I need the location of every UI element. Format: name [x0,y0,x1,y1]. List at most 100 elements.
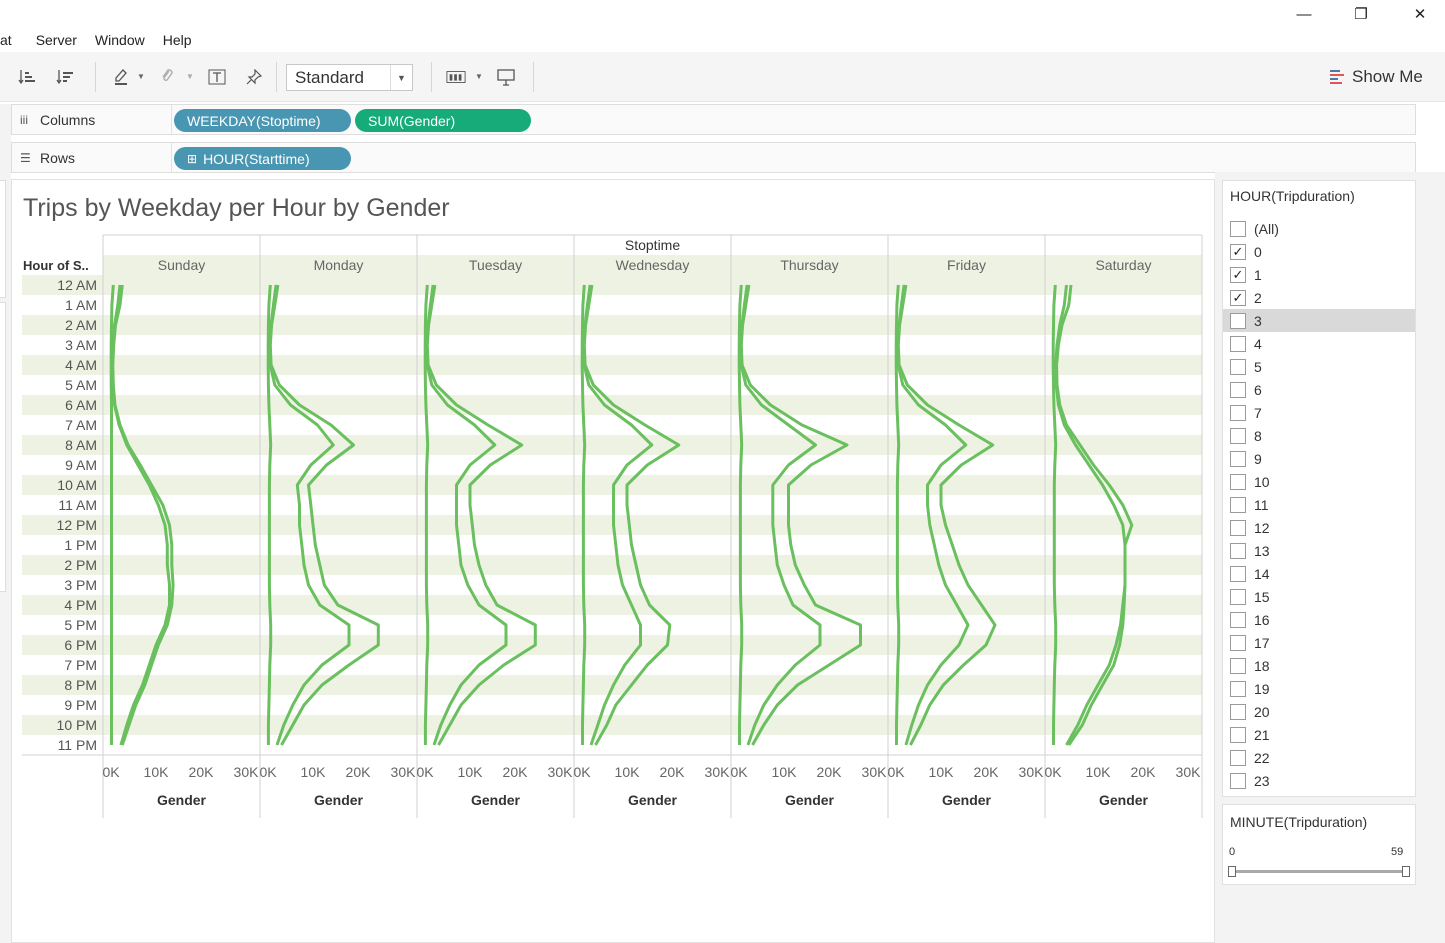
restore-icon[interactable]: ❐ [1338,0,1384,28]
show-me-label: Show Me [1352,67,1423,86]
filter-item-label: 13 [1254,542,1270,559]
checkbox-icon[interactable] [1230,772,1246,789]
checkbox-icon[interactable] [1230,358,1246,375]
x-tick-label: 30K [862,764,888,780]
filter-item-9[interactable]: 9 [1223,447,1415,470]
filter-item-label: 11 [1254,496,1269,513]
hour-label: 2 AM [65,317,97,333]
x-axis-label: Gender [314,792,364,808]
checkbox-icon[interactable] [1230,703,1246,720]
filter-item-10[interactable]: 10 [1223,470,1415,493]
filter-item-label: 3 [1254,312,1262,329]
hour-label: 5 PM [64,617,97,633]
filter-item-1[interactable]: ✓ 1 [1223,263,1415,286]
x-tick-label: 0K [1044,764,1062,780]
show-me-icon [1330,70,1344,84]
filter-item-5[interactable]: 5 [1223,355,1415,378]
checkbox-icon[interactable] [1230,657,1246,674]
close-icon[interactable]: ✕ [1397,0,1443,28]
panel-label: Tuesday [469,257,522,273]
filter-item-17[interactable]: 17 [1223,631,1415,654]
x-tick-label: 30K [705,764,731,780]
hour-label: 12 PM [57,517,97,533]
x-axis-label: Gender [628,792,678,808]
hour-filter-title: HOUR(Tripduration) [1230,188,1355,204]
x-tick-label: 10K [772,764,798,780]
minute-slider-min-handle[interactable] [1228,866,1236,877]
filter-item-label: 21 [1254,726,1270,743]
filter-item-7[interactable]: 7 [1223,401,1415,424]
row-band [22,275,1202,295]
checkbox-icon[interactable] [1230,749,1246,766]
row-band [22,635,1202,655]
hour-label: 11 AM [58,497,97,513]
minimize-icon[interactable]: — [1281,0,1327,28]
filter-item-12[interactable]: 12 [1223,516,1415,539]
checkbox-icon[interactable] [1230,312,1246,329]
checkbox-checked-icon[interactable]: ✓ [1230,243,1246,260]
checkbox-icon[interactable] [1230,450,1246,467]
filter-item-23[interactable]: 23 [1223,769,1415,792]
minute-filter-title: MINUTE(Tripduration) [1230,814,1368,830]
checkbox-icon[interactable] [1230,588,1246,605]
x-tick-label: 30K [1019,764,1045,780]
row-band [22,595,1202,615]
panel-label: Friday [947,257,986,273]
filter-item-label: 7 [1254,404,1262,421]
panel-label: Thursday [780,257,838,273]
hour-label: 3 PM [64,577,97,593]
checkbox-icon[interactable] [1230,680,1246,697]
filter-item-3[interactable]: 3 [1223,309,1415,332]
hour-label: 9 AM [65,457,97,473]
hour-label: 12 AM [57,277,97,293]
filter-item-4[interactable]: 4 [1223,332,1415,355]
filter-item-label: 23 [1254,772,1270,789]
minute-slider-max-handle[interactable] [1402,866,1410,877]
chart-canvas: Stoptime Hour of S.. Sunday 0K 10K 20K 30K Gend… [22,234,1203,818]
checkbox-icon[interactable] [1230,335,1246,352]
filter-item-13[interactable]: 13 [1223,539,1415,562]
filter-item-label: (All) [1254,220,1279,237]
minute-slider-track[interactable] [1231,870,1409,873]
checkbox-icon[interactable] [1230,634,1246,651]
filter-item-8[interactable]: 8 [1223,424,1415,447]
checkbox-icon[interactable] [1230,496,1246,513]
slider-max-label: 59 [1391,846,1404,858]
x-tick-label: 10K [144,764,170,780]
checkbox-icon[interactable] [1230,404,1246,421]
show-me-button[interactable]: Show Me [1330,66,1423,88]
filter-item-22[interactable]: 22 [1223,746,1415,769]
filter-item-18[interactable]: 18 [1223,654,1415,677]
checkbox-icon[interactable] [1230,611,1246,628]
filter-item-6[interactable]: 6 [1223,378,1415,401]
filter-item-16[interactable]: 16 [1223,608,1415,631]
checkbox-icon[interactable] [1230,542,1246,559]
filter-item-20[interactable]: 20 [1223,700,1415,723]
filter-item-label: 14 [1254,565,1270,582]
x-tick-label: 10K [458,764,484,780]
x-tick-label: 10K [1086,764,1112,780]
filter-item-0[interactable]: ✓ 0 [1223,240,1415,263]
filter-item-11[interactable]: 11 [1223,493,1415,516]
row-band [22,435,1202,455]
filter-item-21[interactable]: 21 [1223,723,1415,746]
filter-item-19[interactable]: 19 [1223,677,1415,700]
checkbox-icon[interactable] [1230,427,1246,444]
hour-label: 5 AM [65,377,97,393]
checkbox-icon[interactable] [1230,726,1246,743]
checkbox-icon[interactable] [1230,565,1246,582]
x-tick-label: 20K [346,764,372,780]
checkbox-icon[interactable] [1230,473,1246,490]
filter-item-2[interactable]: ✓ 2 [1223,286,1415,309]
checkbox-icon[interactable] [1230,519,1246,536]
checkbox-icon[interactable] [1230,220,1246,237]
filter-item-15[interactable]: 15 [1223,585,1415,608]
filter-item-all[interactable]: (All) [1223,217,1415,240]
x-tick-label: 20K [974,764,1000,780]
checkbox-checked-icon[interactable]: ✓ [1230,266,1246,283]
checkbox-icon[interactable] [1230,381,1246,398]
filter-item-14[interactable]: 14 [1223,562,1415,585]
x-tick-label: 30K [1176,764,1202,780]
filter-item-label: 9 [1254,450,1262,467]
checkbox-checked-icon[interactable]: ✓ [1230,289,1246,306]
